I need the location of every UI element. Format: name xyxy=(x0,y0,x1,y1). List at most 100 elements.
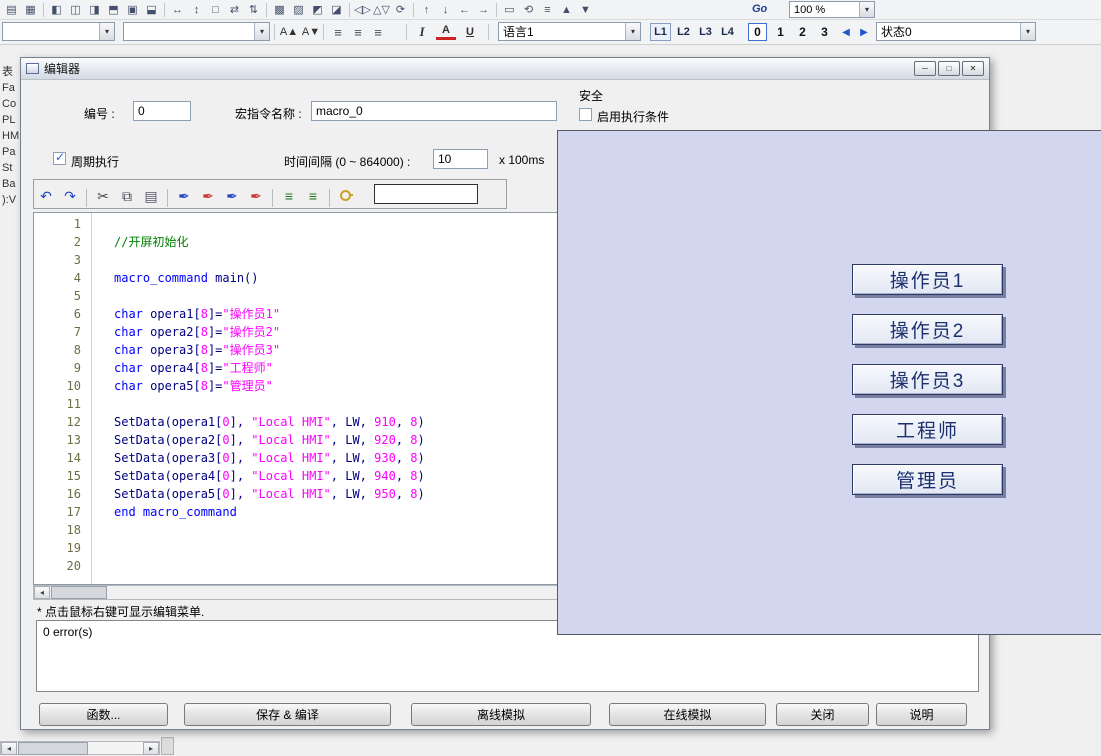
select-all-icon[interactable]: ▭ xyxy=(500,1,519,18)
security-key-icon[interactable] xyxy=(335,183,357,205)
make-same-height-icon[interactable]: ↕ xyxy=(187,1,206,18)
search-input[interactable] xyxy=(374,184,478,204)
nudge-down-icon[interactable]: ↓ xyxy=(436,1,455,18)
align-middle-icon[interactable]: ▣ xyxy=(123,1,142,18)
redo-icon[interactable]: ↷ xyxy=(59,186,81,208)
window-titlebar[interactable]: 编辑器 ─ □ ✕ xyxy=(21,58,989,80)
distribute-vertical-icon[interactable]: ⇅ xyxy=(244,1,263,18)
font-family-combo[interactable] xyxy=(2,22,115,41)
preview-button-5[interactable]: 管理员 xyxy=(852,464,1003,495)
state-combo[interactable]: 状态0 xyxy=(876,22,1036,41)
scroll-left-icon[interactable] xyxy=(34,586,50,599)
scroll-left-icon[interactable] xyxy=(1,742,17,755)
preview-button-3[interactable]: 操作员3 xyxy=(852,364,1003,395)
align-left-icon[interactable]: ◧ xyxy=(47,1,66,18)
send-to-back-icon[interactable]: ◪ xyxy=(327,1,346,18)
distribute-horizontal-icon[interactable]: ⇄ xyxy=(225,1,244,18)
periodic-checkbox[interactable] xyxy=(53,152,66,165)
nudge-right-icon[interactable]: → xyxy=(474,1,493,18)
offline-simulation-button[interactable]: 离线模拟 xyxy=(411,703,591,726)
language-combo[interactable]: 语言1 xyxy=(498,22,641,41)
layer-button-l1[interactable]: L1 xyxy=(650,23,671,41)
undo-icon[interactable]: ↶ xyxy=(35,186,57,208)
align-top-icon[interactable]: ⬒ xyxy=(104,1,123,18)
font-size-combo[interactable] xyxy=(123,22,270,41)
refresh-icon[interactable]: ⟲ xyxy=(519,1,538,18)
nudge-left-icon[interactable]: ← xyxy=(455,1,474,18)
tab-order-icon[interactable]: ≡ xyxy=(538,1,557,18)
underline-icon[interactable]: U xyxy=(460,23,480,41)
online-simulation-button[interactable]: 在线模拟 xyxy=(609,703,766,726)
nudge-up-icon[interactable]: ↑ xyxy=(417,1,436,18)
macro-name-input[interactable] xyxy=(311,101,557,121)
line-number: 7 xyxy=(34,323,91,341)
zoom-combo[interactable]: 100 % xyxy=(789,1,875,18)
font-color-icon[interactable]: A xyxy=(436,23,456,40)
text-align-center-icon[interactable]: ≡ xyxy=(348,23,368,41)
next-state-icon[interactable]: ▶ xyxy=(856,24,872,40)
flip-horizontal-icon[interactable]: ◁▷ xyxy=(353,1,372,18)
scroll-right-icon[interactable] xyxy=(143,742,159,755)
decrease-font-icon[interactable]: A▼ xyxy=(301,23,321,41)
functions-button[interactable]: 函数... xyxy=(39,703,168,726)
chevron-down-icon[interactable] xyxy=(254,23,269,40)
italic-icon[interactable]: I xyxy=(412,23,432,41)
preview-button-1[interactable]: 操作员1 xyxy=(852,264,1003,295)
exec-condition-checkbox[interactable] xyxy=(579,108,592,121)
increase-font-icon[interactable]: A▲ xyxy=(279,23,299,41)
layer-button-l4[interactable]: L4 xyxy=(717,23,738,41)
bookmark-toggle-icon[interactable]: ✒ xyxy=(173,186,195,208)
interval-input[interactable] xyxy=(433,149,488,169)
text-align-right-icon[interactable]: ≡ xyxy=(368,23,388,41)
bottom-scrollbar[interactable] xyxy=(0,741,160,755)
state-button-2[interactable]: 2 xyxy=(793,23,812,41)
maximize-button[interactable]: □ xyxy=(938,61,960,76)
preview-button-2[interactable]: 操作员2 xyxy=(852,314,1003,345)
splitter[interactable] xyxy=(161,737,174,755)
layer-button-l2[interactable]: L2 xyxy=(673,23,694,41)
layer-down-icon[interactable]: ▼ xyxy=(576,1,595,18)
save-compile-button[interactable]: 保存 & 编译 xyxy=(184,703,391,726)
close-dialog-button[interactable]: 关闭 xyxy=(776,703,869,726)
minimize-button[interactable]: ─ xyxy=(914,61,936,76)
layer-up-icon[interactable]: ▲ xyxy=(557,1,576,18)
rotate-icon[interactable]: ⟳ xyxy=(391,1,410,18)
chevron-down-icon[interactable] xyxy=(1020,23,1035,40)
make-same-width-icon[interactable]: ↔ xyxy=(168,1,187,18)
bookmark-next-icon[interactable]: ✒ xyxy=(197,186,219,208)
ungroup-icon[interactable]: ▨ xyxy=(289,1,308,18)
layer-button-l3[interactable]: L3 xyxy=(695,23,716,41)
state-button-0[interactable]: 0 xyxy=(748,23,767,41)
function-list-icon[interactable]: ≡ xyxy=(302,185,324,207)
scrollbar-thumb[interactable] xyxy=(18,742,88,755)
flip-vertical-icon[interactable]: △▽ xyxy=(372,1,391,18)
copy-icon[interactable]: ⧉ xyxy=(116,186,138,208)
cut-icon[interactable]: ✂ xyxy=(92,186,114,208)
group-icon[interactable]: ▩ xyxy=(270,1,289,18)
align-bottom-icon[interactable]: ⬓ xyxy=(142,1,161,18)
state-button-3[interactable]: 3 xyxy=(815,23,834,41)
previous-state-icon[interactable]: ◀ xyxy=(838,24,854,40)
close-button[interactable]: ✕ xyxy=(962,61,984,76)
state-button-1[interactable]: 1 xyxy=(771,23,790,41)
preview-button-4[interactable]: 工程师 xyxy=(852,414,1003,445)
chevron-down-icon[interactable] xyxy=(625,23,640,40)
snap-to-grid-icon[interactable]: ▦ xyxy=(21,1,40,18)
text-align-left-icon[interactable]: ≡ xyxy=(328,23,348,41)
bookmark-clear-icon[interactable]: ✒ xyxy=(245,186,267,208)
toolbar-separator xyxy=(272,189,273,207)
paste-icon[interactable]: ▤ xyxy=(140,186,162,208)
bookmark-prev-icon[interactable]: ✒ xyxy=(221,186,243,208)
help-button[interactable]: 说明 xyxy=(876,703,967,726)
go-button[interactable]: Go xyxy=(752,3,767,15)
chevron-down-icon[interactable] xyxy=(859,2,874,17)
chevron-down-icon[interactable] xyxy=(99,23,114,40)
make-same-size-icon[interactable]: □ xyxy=(206,1,225,18)
macro-id-input[interactable] xyxy=(133,101,191,121)
goto-line-icon[interactable]: ≡ xyxy=(278,185,300,207)
align-center-horizontal-icon[interactable]: ◫ xyxy=(66,1,85,18)
bring-to-front-icon[interactable]: ◩ xyxy=(308,1,327,18)
show-grid-icon[interactable]: ▤ xyxy=(2,1,21,18)
scrollbar-thumb[interactable] xyxy=(51,586,107,599)
align-right-icon[interactable]: ◨ xyxy=(85,1,104,18)
